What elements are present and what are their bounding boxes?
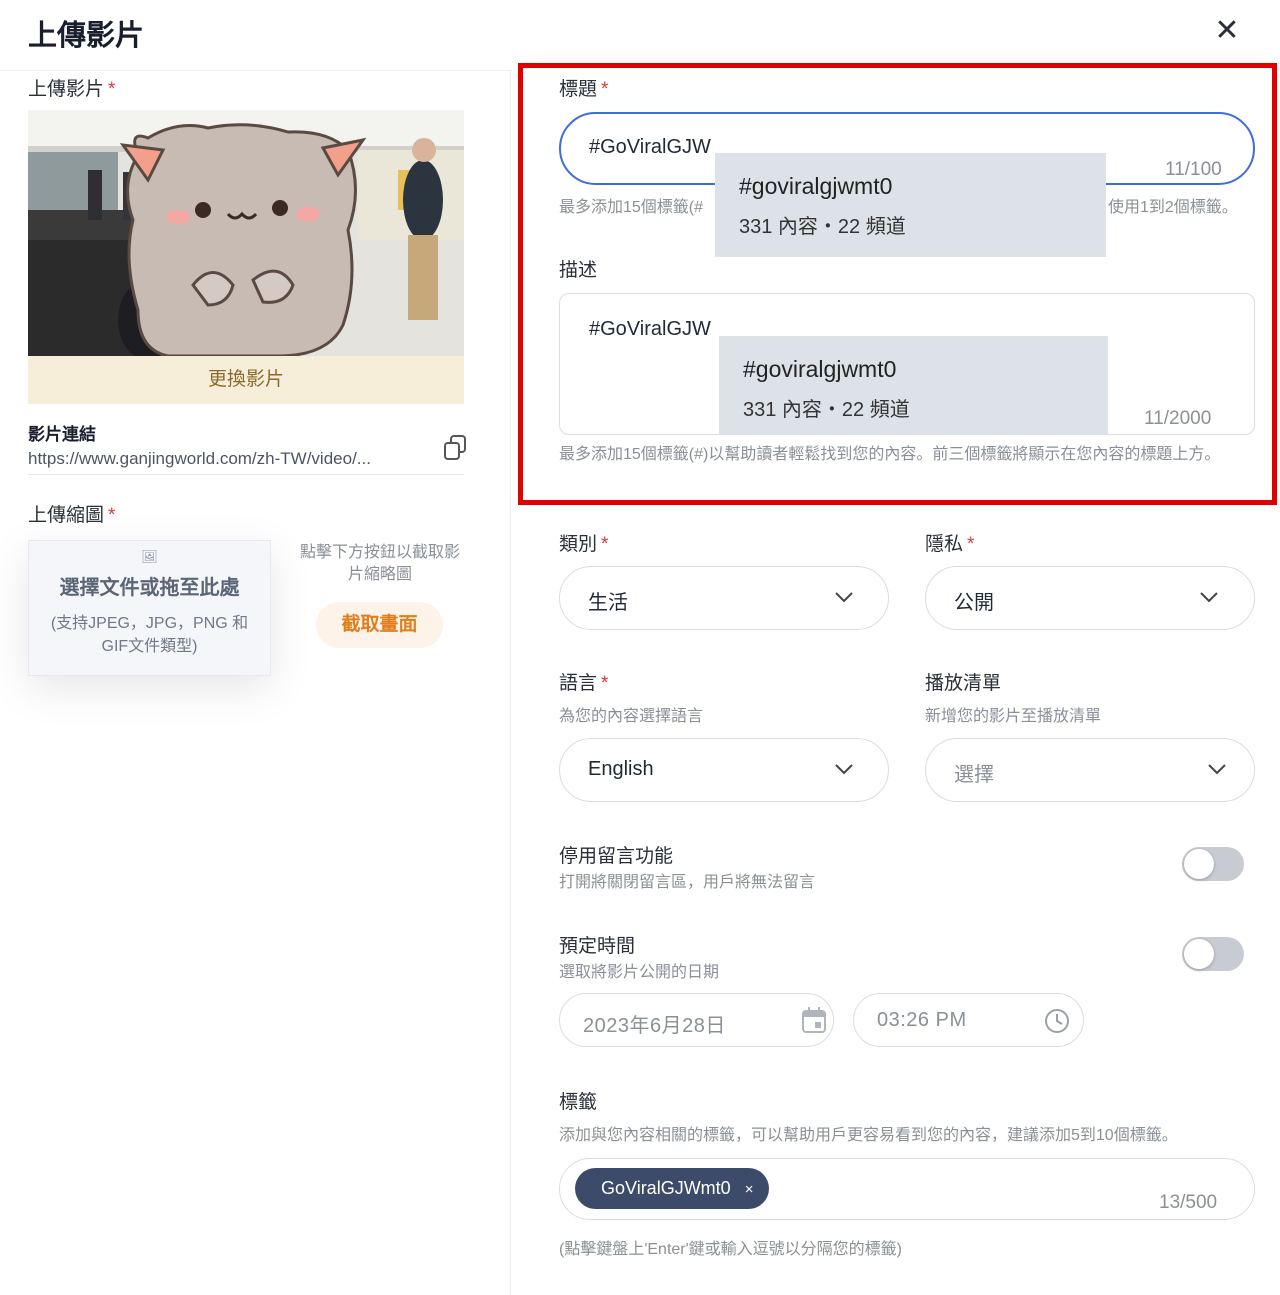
toggle-knob	[1184, 939, 1214, 969]
disable-comments-subtitle: 打開將關閉留言區，用戶將無法留言	[559, 874, 816, 891]
schedule-date-value: 2023年6月28日	[583, 1015, 726, 1037]
privacy-value: 公開	[954, 592, 994, 614]
suggestion-tag: #goviralgjwmt0	[739, 173, 893, 199]
title-counter: 11/100	[1165, 159, 1222, 180]
thumbnail-dropzone[interactable]: 🖼 選擇文件或拖至此處 (支持JPEG，JPG，PNG 和 GIF文件類型)	[28, 540, 271, 676]
video-section-label: 上傳影片 *	[28, 79, 116, 100]
schedule-date-input[interactable]: 2023年6月28日	[559, 993, 834, 1047]
privacy-label: 隱私 *	[925, 534, 975, 555]
privacy-select[interactable]: 公開	[925, 566, 1255, 630]
copy-icon[interactable]	[442, 434, 468, 462]
tags-counter: 13/500	[1159, 1192, 1218, 1213]
thumbnail-section-label: 上傳縮圖 *	[28, 505, 116, 526]
category-select[interactable]: 生活	[559, 566, 889, 630]
schedule-time-value: 03:26 PM	[877, 1009, 967, 1031]
playlist-subtitle: 新增您的影片至播放清單	[925, 708, 1102, 725]
capture-hint: 點擊下方按鈕以截取影片縮略圖	[300, 544, 461, 583]
video-preview-image	[28, 110, 464, 356]
schedule-subtitle: 選取將影片公開的日期	[559, 964, 720, 981]
dropzone-hint: (支持JPEG，JPG，PNG 和 GIF文件類型)	[50, 615, 249, 655]
category-value: 生活	[588, 592, 628, 614]
schedule-label: 預定時間	[559, 936, 636, 957]
description-helper-text: 最多添加15個標籤(#)以幫助讀者輕鬆找到您的內容。前三個標籤將顯示在您內容的標…	[559, 446, 1221, 463]
playlist-placeholder: 選擇	[954, 764, 994, 786]
chevron-down-icon	[1208, 764, 1226, 775]
replace-video-button[interactable]: 更換影片	[28, 356, 464, 404]
video-preview[interactable]	[28, 110, 464, 356]
description-counter: 11/2000	[1144, 408, 1212, 429]
chevron-down-icon	[835, 764, 853, 775]
toggle-knob	[1184, 849, 1214, 879]
category-label: 類別 *	[559, 534, 609, 555]
language-select[interactable]: English	[559, 738, 889, 802]
language-subtitle: 為您的內容選擇語言	[559, 708, 704, 725]
language-label: 語言 *	[559, 673, 609, 694]
disable-comments-toggle[interactable]	[1182, 847, 1244, 881]
hashtag-suggestion[interactable]: #goviralgjwmt0 331 內容・22 頻道	[715, 153, 1106, 257]
dialog-title: 上傳影片	[28, 20, 145, 52]
disable-comments-label: 停用留言功能	[559, 846, 674, 867]
title-input-value: #GoViralGJW	[589, 136, 711, 158]
image-upload-icon: 🖼	[141, 549, 158, 564]
tags-subtitle: 添加與您內容相關的標籤，可以幫助用戶更容易看到您的內容，建議添加5到10個標籤。	[559, 1127, 1178, 1144]
tag-chip: GoViralGJWmt0 ×	[575, 1168, 770, 1209]
title-helper-text-end: 使用1到2個標籤。	[1108, 199, 1238, 216]
header-divider	[0, 70, 512, 71]
title-label: 標題 *	[559, 79, 609, 100]
suggestion-meta: 331 內容・22 頻道	[743, 399, 910, 421]
clock-icon	[1045, 1009, 1069, 1033]
remove-tag-icon[interactable]: ×	[745, 1181, 754, 1198]
suggestion-meta: 331 內容・22 頻道	[739, 216, 906, 238]
chevron-down-icon	[1200, 592, 1218, 603]
description-label: 描述	[559, 260, 598, 281]
chevron-down-icon	[835, 592, 853, 603]
link-divider	[28, 474, 464, 475]
playlist-label: 播放清單	[925, 673, 1002, 694]
tags-hint: (點擊鍵盤上'Enter'鍵或輸入逗號以分隔您的標籤)	[559, 1241, 903, 1258]
tag-chip-label: GoViralGJWmt0	[601, 1178, 731, 1198]
tags-label: 標籤	[559, 1092, 598, 1113]
capture-frame-button[interactable]: 截取畫面	[316, 602, 443, 648]
dropzone-title: 選擇文件或拖至此處	[59, 577, 240, 599]
video-link-label: 影片連結	[28, 425, 96, 444]
language-value: English	[588, 758, 654, 780]
schedule-time-input[interactable]: 03:26 PM	[853, 993, 1084, 1047]
video-link-url[interactable]: https://www.ganjingworld.com/zh-TW/video…	[28, 449, 428, 469]
calendar-icon	[802, 1007, 826, 1033]
hashtag-suggestion[interactable]: #goviralgjwmt0 331 內容・22 頻道	[719, 336, 1108, 435]
title-helper-text: 最多添加15個標籤(#	[559, 199, 704, 216]
suggestion-tag: #goviralgjwmt0	[743, 356, 897, 382]
column-divider	[510, 70, 511, 1295]
playlist-select[interactable]: 選擇	[925, 738, 1255, 802]
description-input-value: #GoViralGJW	[589, 318, 711, 340]
schedule-toggle[interactable]	[1182, 937, 1244, 971]
close-icon[interactable]: ✕	[1210, 14, 1244, 48]
